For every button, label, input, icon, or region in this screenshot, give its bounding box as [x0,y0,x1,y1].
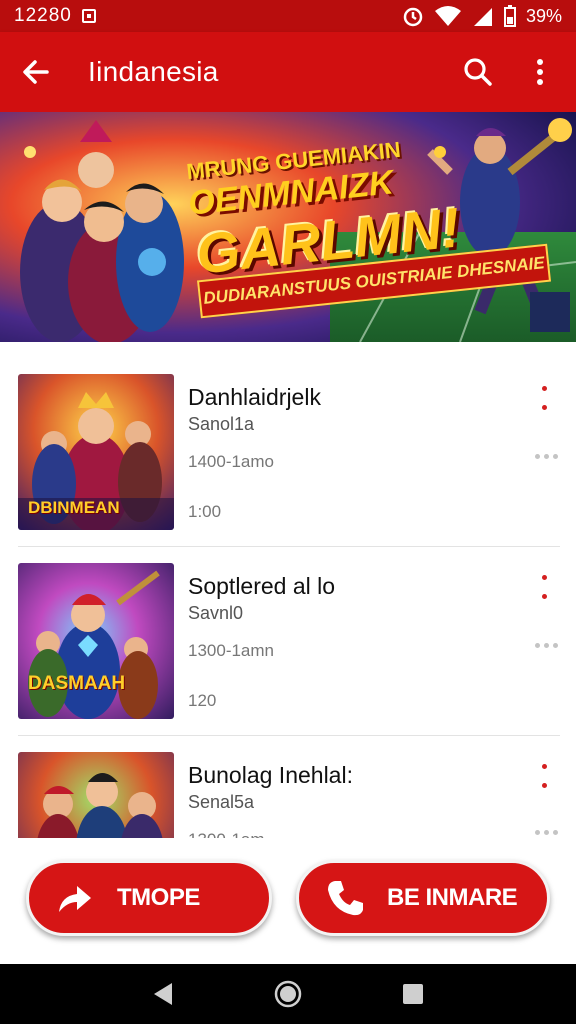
item-duration: 1300-1am [188,830,265,838]
nav-home-icon [274,980,302,1008]
item-menu-icon[interactable] [536,573,552,601]
list-item[interactable]: DBINMEAN Danhlaidrjelk Sanol1a 1400-1amo… [18,374,560,534]
thumbnail-art [18,563,174,719]
nav-back-button[interactable] [143,974,183,1014]
item-duration: 1400-1amo [188,452,275,471]
bottom-action-bar: TMOPE BE INMARE [0,838,576,964]
item-thumbnail: DASMAAH [18,563,174,719]
share-button-label: TMOPE [117,884,200,911]
thumbnail-caption: DBINMEAN [28,498,120,517]
item-title: Bunolag Inehlal: [188,762,353,788]
app-bar: Iindanesia [0,32,576,112]
sim-card-icon [81,9,96,23]
search-button[interactable] [458,52,498,92]
status-bar: 12280 39% [0,0,576,32]
alarm-icon [403,7,423,27]
signal-icon [473,8,492,26]
item-more-icon[interactable] [535,454,558,459]
item-menu-icon[interactable] [536,384,552,412]
list-divider [18,546,560,547]
share-icon [51,874,99,922]
app-bar-actions [458,52,560,92]
item-title: Soptlered al lo [188,573,336,599]
status-time: 12280 [14,5,72,26]
wifi-icon [434,6,461,26]
item-thumbnail [18,752,174,838]
system-nav-bar [0,964,576,1024]
call-button-label: BE INMARE [387,884,518,911]
item-thumbnail: DBINMEAN [18,374,174,530]
nav-recents-button[interactable] [393,974,433,1014]
overflow-menu-icon [537,59,543,85]
list-divider [18,735,560,736]
back-arrow-icon [23,60,49,84]
status-icons: 39% [402,5,562,27]
phone-icon [321,874,369,922]
list-item[interactable]: Bunolag Inehlal: Senal5a 1300-1am [18,752,560,838]
item-more-icon[interactable] [535,643,558,648]
thumbnail-art [18,752,174,838]
item-count: 1:00 [188,502,222,521]
item-subtitle: Senal5a [188,792,255,812]
item-more-icon[interactable] [535,830,558,835]
item-menu-icon[interactable] [536,762,552,790]
search-icon [464,58,492,86]
battery-icon [503,5,516,27]
item-subtitle: Sanol1a [188,414,255,434]
item-title: Danhlaidrjelk [188,384,321,410]
nav-recents-icon [403,984,424,1004]
item-duration: 1300-1amn [188,641,275,660]
battery-percent: 39% [525,5,562,26]
thumbnail-caption: DASMAAH [28,673,126,694]
promo-banner[interactable]: MRUNG GUEMIAKIN OENMNAIZK GARLMN! DUDIAR… [0,112,576,342]
share-button[interactable]: TMOPE [26,860,272,936]
nav-back-icon [153,983,172,1005]
overflow-menu-button[interactable] [520,52,560,92]
item-count: 120 [188,691,217,710]
call-button[interactable]: BE INMARE [296,860,550,936]
page-title: Iindanesia [88,56,219,87]
list-item[interactable]: DASMAAH Soptlered al lo Savnl0 1300-1amn… [18,563,560,723]
back-button[interactable] [16,52,56,92]
nav-home-button[interactable] [268,974,308,1014]
item-subtitle: Savnl0 [188,603,244,623]
